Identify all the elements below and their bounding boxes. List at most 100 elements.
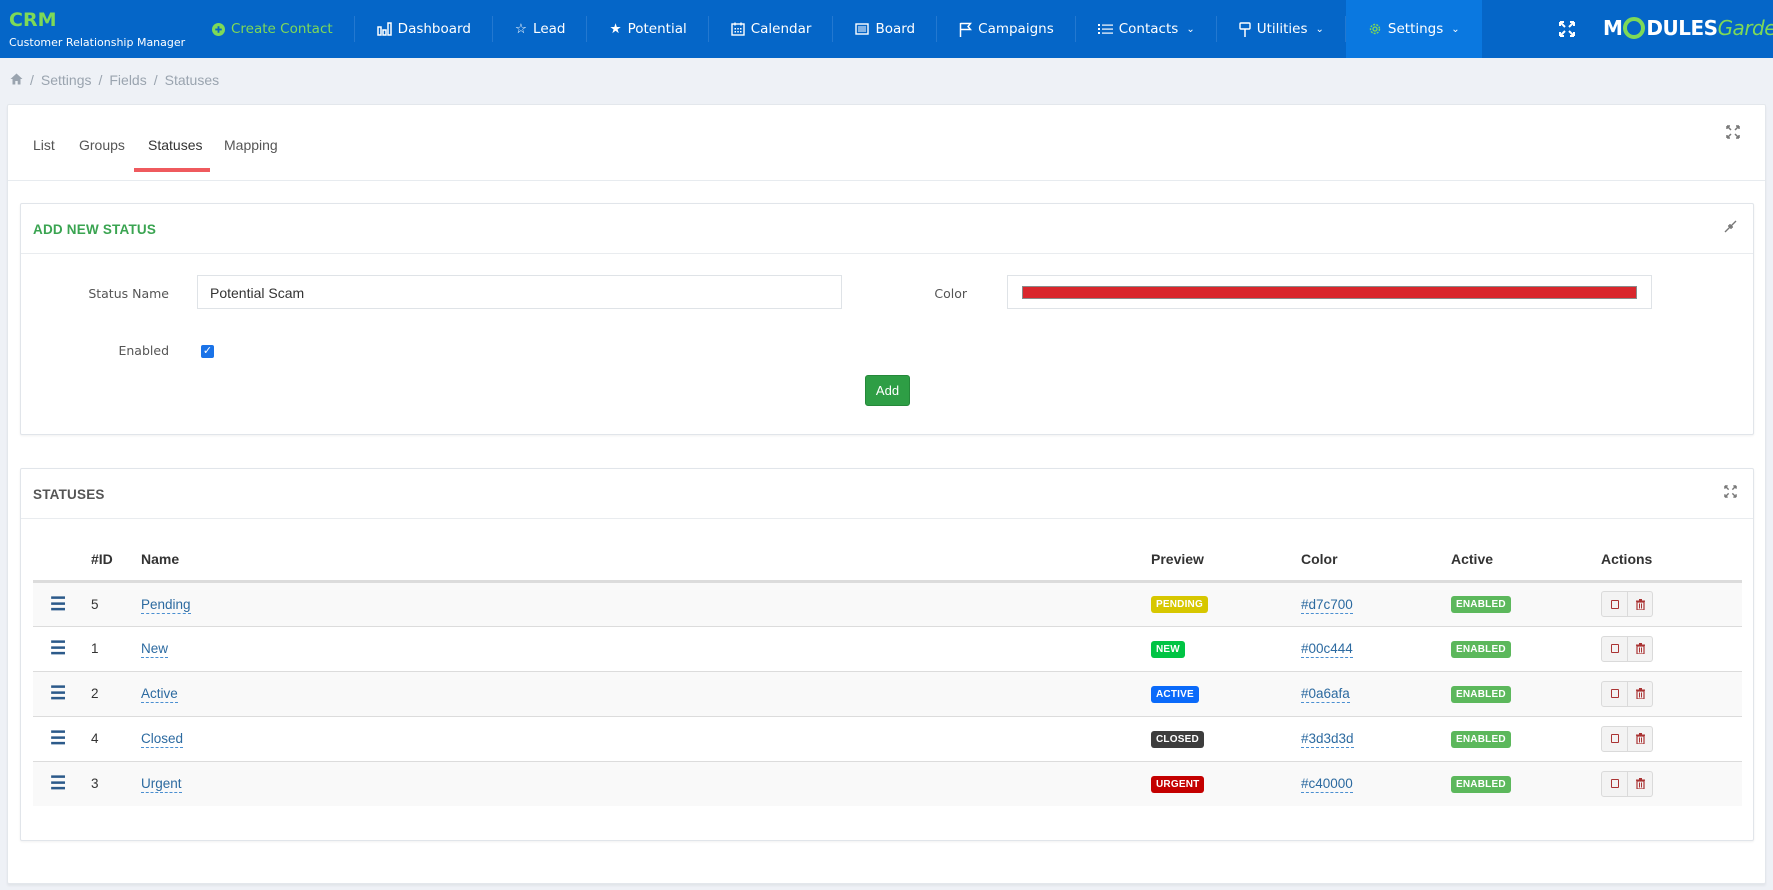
color-picker[interactable] <box>1007 275 1652 309</box>
row-id: 2 <box>91 671 141 717</box>
nav-settings[interactable]: Settings ⌄ <box>1345 0 1482 58</box>
preview-badge: CLOSED <box>1151 730 1204 748</box>
row-color-cell: #c40000 <box>1301 761 1451 806</box>
flag-icon <box>959 22 973 37</box>
row-id: 4 <box>91 716 141 762</box>
expand-icon[interactable] <box>1726 125 1740 139</box>
row-color-cell: #00c444 <box>1301 626 1451 672</box>
statuses-panel: STATUSES #ID Name Preview Color Active A… <box>20 468 1754 841</box>
drag-handle-icon[interactable]: ☰ <box>33 761 91 806</box>
nav-label: Lead <box>533 21 566 37</box>
expand-icon[interactable] <box>1724 485 1737 498</box>
board-icon <box>855 23 870 35</box>
enabled-badge: ENABLED <box>1451 685 1511 703</box>
row-name-link[interactable]: New <box>141 641 169 658</box>
nav-label: Settings <box>1387 21 1444 37</box>
nav-utilities[interactable]: Utilities ⌄ <box>1217 0 1347 58</box>
row-color-link[interactable]: #c40000 <box>1301 776 1353 794</box>
breadcrumb-fields[interactable]: Fields <box>109 72 146 88</box>
tab-statuses[interactable]: Statuses <box>148 137 202 171</box>
delete-button[interactable] <box>1627 592 1652 616</box>
app-subtitle: Customer Relationship Manager <box>9 36 186 49</box>
nav-create-contact[interactable]: Create Contact <box>190 0 355 58</box>
preview-badge: PENDING <box>1151 596 1208 613</box>
enabled-badge: ENABLED <box>1451 730 1511 748</box>
col-name[interactable]: Name <box>141 539 1151 583</box>
table-row: ☰ 2 Active ACTIVE #0a6afa ENABLED <box>33 671 1742 717</box>
enabled-badge: ENABLED <box>1451 640 1511 658</box>
row-name-link[interactable]: Urgent <box>141 776 182 794</box>
edit-button[interactable] <box>1602 637 1627 661</box>
home-icon[interactable] <box>10 72 23 88</box>
edit-icon <box>1610 599 1619 609</box>
nav-calendar[interactable]: Calendar <box>709 0 834 58</box>
delete-button[interactable] <box>1627 771 1652 796</box>
tab-mapping[interactable]: Mapping <box>224 137 278 171</box>
enabled-checkbox[interactable]: ✓ <box>201 345 214 358</box>
row-color-link[interactable]: #d7c700 <box>1301 596 1353 614</box>
drag-handle-icon[interactable]: ☰ <box>33 716 91 762</box>
enabled-label: Enabled <box>118 343 169 358</box>
calendar-icon <box>731 22 745 36</box>
row-color-link[interactable]: #00c444 <box>1301 641 1353 658</box>
edit-button[interactable] <box>1602 727 1627 751</box>
nav-board[interactable]: Board <box>833 0 937 58</box>
nav-label: Campaigns <box>978 21 1054 37</box>
collapse-icon[interactable] <box>1724 220 1737 233</box>
edit-button[interactable] <box>1602 682 1627 706</box>
delete-button[interactable] <box>1627 726 1652 751</box>
row-color-link[interactable]: #3d3d3d <box>1301 731 1354 748</box>
table-row: ☰ 5 Pending PENDING #d7c700 ENABLED <box>33 581 1742 627</box>
action-buttons <box>1601 591 1653 617</box>
row-color-link[interactable]: #0a6afa <box>1301 686 1350 703</box>
tab-groups[interactable]: Groups <box>79 137 125 171</box>
row-name-link[interactable]: Pending <box>141 596 191 614</box>
tab-list[interactable]: List <box>33 137 55 171</box>
delete-button[interactable] <box>1627 681 1652 706</box>
main-nav: Create Contact Dashboard ☆ Lead ★ Potent… <box>190 0 1482 58</box>
nav-dashboard[interactable]: Dashboard <box>355 0 494 58</box>
nav-lead[interactable]: ☆ Lead <box>493 0 588 58</box>
panel-header: ADD NEW STATUS <box>21 204 1753 254</box>
brand[interactable]: CRM Customer Relationship Manager <box>9 9 185 49</box>
modulesgarden-logo: MMODULESDULESGarden <box>1603 16 1773 40</box>
nav-contacts[interactable]: Contacts ⌄ <box>1076 0 1217 58</box>
drag-handle-icon[interactable]: ☰ <box>33 626 91 672</box>
trash-icon <box>1635 778 1645 790</box>
nav-label: Dashboard <box>397 21 471 37</box>
gear-icon <box>1368 22 1382 36</box>
fullscreen-icon[interactable] <box>1558 20 1576 38</box>
delete-button[interactable] <box>1627 636 1652 661</box>
bar-chart-icon <box>376 22 392 36</box>
status-name-input[interactable]: Potential Scam <box>197 275 842 309</box>
preview-badge: NEW <box>1151 640 1185 658</box>
edit-button[interactable] <box>1602 592 1627 616</box>
color-swatch <box>1022 286 1637 299</box>
nav-label: Contacts <box>1118 21 1179 37</box>
row-name-link[interactable]: Closed <box>141 731 184 748</box>
nav-potential[interactable]: ★ Potential <box>587 0 710 58</box>
col-id[interactable]: #ID <box>91 539 141 583</box>
row-name-link[interactable]: Active <box>141 686 178 703</box>
preview-badge: ACTIVE <box>1151 685 1199 703</box>
drag-handle-icon[interactable]: ☰ <box>33 671 91 717</box>
enabled-badge: ENABLED <box>1451 775 1511 793</box>
row-preview-cell: PENDING <box>1151 581 1301 627</box>
col-drag <box>33 539 91 583</box>
nav-campaigns[interactable]: Campaigns <box>937 0 1076 58</box>
row-active-cell: ENABLED <box>1451 581 1601 627</box>
tabs: List Groups Statuses Mapping <box>8 105 1765 181</box>
signpost-icon <box>1239 21 1251 37</box>
drag-handle-icon[interactable]: ☰ <box>33 581 91 627</box>
chevron-down-icon: ⌄ <box>1451 23 1460 35</box>
panel-title: ADD NEW STATUS <box>33 222 157 237</box>
star-outline-icon: ☆ <box>514 21 528 37</box>
panel-header: STATUSES <box>21 469 1753 519</box>
nav-label: Create Contact <box>231 21 333 37</box>
row-preview-cell: ACTIVE <box>1151 671 1301 717</box>
add-button[interactable]: Add <box>865 375 910 406</box>
breadcrumb-settings[interactable]: Settings <box>41 72 92 88</box>
col-color: Color <box>1301 539 1451 583</box>
row-active-cell: ENABLED <box>1451 716 1601 762</box>
edit-button[interactable] <box>1602 772 1627 796</box>
